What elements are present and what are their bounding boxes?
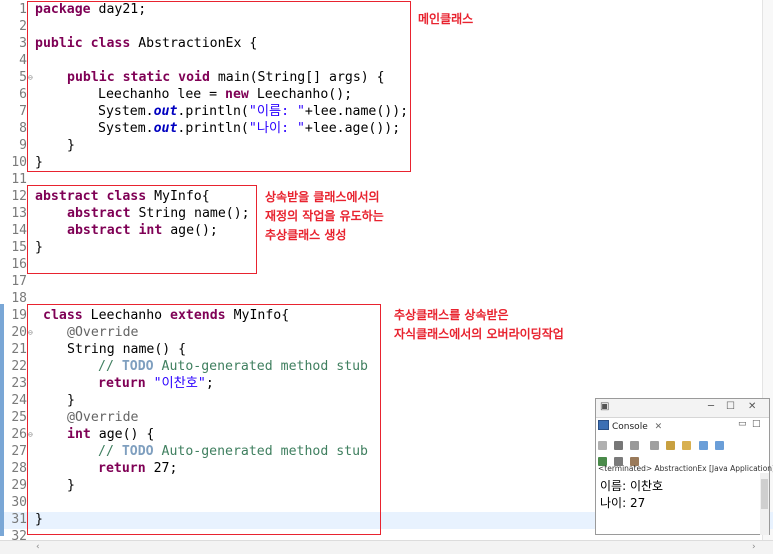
line-number: 24 <box>11 393 27 408</box>
line-number: 15 <box>11 240 27 255</box>
console-scroll-thumb[interactable] <box>761 479 768 509</box>
line-number: 4 <box>19 53 27 68</box>
line-number: 31 <box>11 512 27 527</box>
close-icon[interactable]: ✕ <box>748 401 756 412</box>
line-number: 3 <box>19 36 27 51</box>
line-number: 21 <box>11 342 27 357</box>
line-number: 2 <box>19 19 27 34</box>
console-status: <terminated> AbstractionEx [Java Applica… <box>598 464 773 473</box>
line-number: 10 <box>11 155 27 170</box>
line-number: 16 <box>11 257 27 272</box>
abstract-class-highlight-box <box>27 185 257 274</box>
main-class-highlight-box <box>27 1 411 172</box>
maximize-icon[interactable]: ☐ <box>726 401 735 412</box>
console-output-line: 나이: 27 <box>600 496 646 510</box>
scroll-left-icon[interactable]: ‹ <box>36 541 40 554</box>
minimize-icon[interactable]: ─ <box>708 401 714 412</box>
word-wrap-icon[interactable] <box>682 441 692 450</box>
editor-horizontal-scrollbar[interactable]: ‹ › <box>0 540 773 554</box>
line-number: 17 <box>11 274 27 289</box>
console-titlebar: ▣ ─ ☐ ✕ <box>596 399 769 418</box>
scroll-right-icon[interactable]: › <box>752 541 756 554</box>
show-on-error-icon[interactable] <box>714 441 724 450</box>
line-number: 20 <box>11 325 27 340</box>
line-number: 19 <box>11 308 27 323</box>
view-maximize-icon[interactable]: □ <box>752 419 761 429</box>
console-toolbar <box>598 435 766 450</box>
console-scrollbar[interactable] <box>760 473 769 535</box>
abstract-class-note: 상속받을 클래스에서의 재정의 작업을 유도하는 추상클래스 생성 <box>265 190 384 242</box>
line-number: 23 <box>11 376 27 391</box>
tab-close-icon[interactable]: ✕ <box>655 422 663 432</box>
console-view: ▣ ─ ☐ ✕ Console ✕ ▭ □ <terminated> Abstr… <box>595 398 773 535</box>
subclass-highlight-box <box>27 304 381 535</box>
line-number: 30 <box>11 495 27 510</box>
line-number: 6 <box>19 87 27 102</box>
console-window-icon: ▣ <box>600 401 610 412</box>
line-number: 28 <box>11 461 27 476</box>
line-number: 18 <box>11 291 27 306</box>
line-number: 11 <box>11 172 27 187</box>
console-toolbar-secondary <box>598 451 766 466</box>
line-number: 13 <box>11 206 27 221</box>
line-number: 25 <box>11 410 27 425</box>
clear-console-icon[interactable] <box>650 441 660 450</box>
remove-all-icon[interactable] <box>630 441 640 450</box>
console-icon <box>598 420 609 430</box>
line-number: 29 <box>11 478 27 493</box>
line-number: 5 <box>19 70 27 85</box>
line-number: 7 <box>19 104 27 119</box>
line-number: 22 <box>11 359 27 374</box>
line-number: 12 <box>11 189 27 204</box>
console-tab-label: Console <box>612 422 648 432</box>
line-number: 14 <box>11 223 27 238</box>
override-note: 추상클래스를 상속받은 자식클래스에서의 오버라이딩작업 <box>394 308 564 341</box>
line-number: 1 <box>19 2 27 17</box>
line-number: 27 <box>11 444 27 459</box>
scroll-lock-icon[interactable] <box>666 441 676 450</box>
line-number: 9 <box>19 138 27 153</box>
show-on-output-icon[interactable] <box>698 441 708 450</box>
view-minimize-icon[interactable]: ▭ <box>738 419 747 429</box>
console-output-line: 이름: 이찬호 <box>600 479 664 493</box>
remove-launch-icon[interactable] <box>614 441 624 450</box>
line-number: 8 <box>19 121 27 136</box>
line-number: 26 <box>11 427 27 442</box>
main-class-note: 메인클래스 <box>418 12 474 26</box>
tab-console[interactable]: Console ✕ <box>598 419 668 435</box>
terminate-icon[interactable] <box>598 441 607 450</box>
